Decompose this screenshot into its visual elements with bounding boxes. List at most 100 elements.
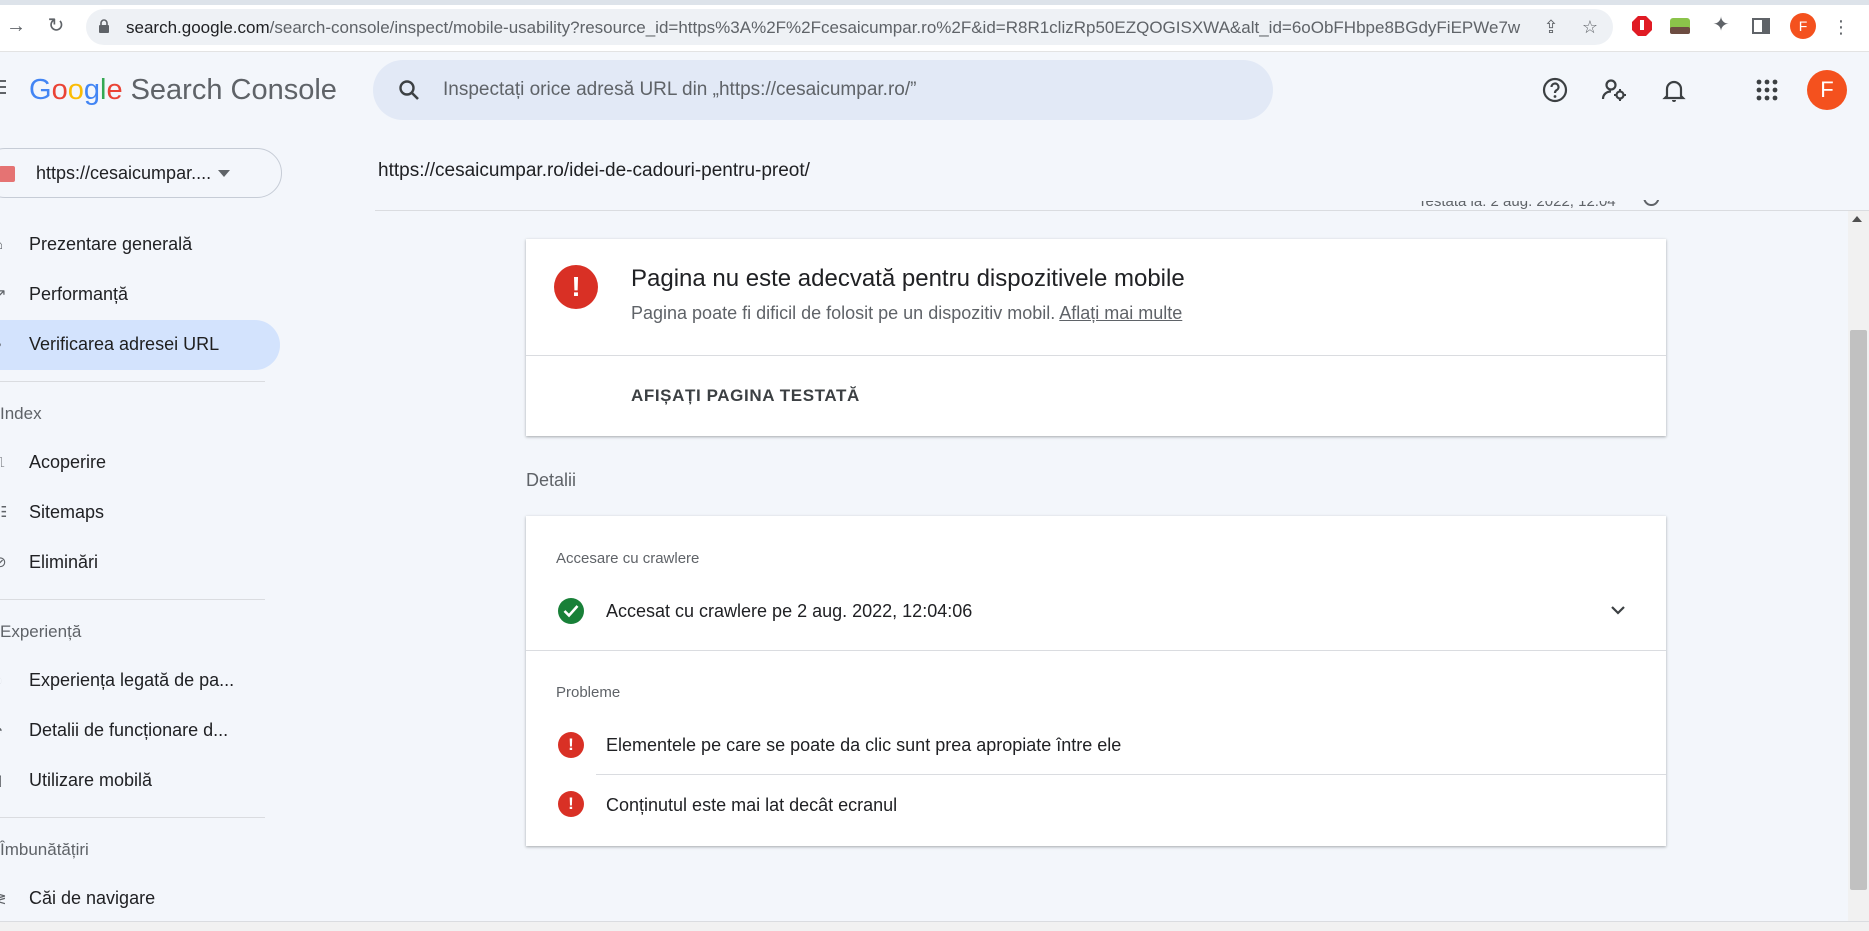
- horizontal-scrollbar[interactable]: [0, 921, 1869, 931]
- sidebar-item-breadcrumbs[interactable]: ≷ Căi de navigare: [0, 874, 280, 924]
- sidebar-item-coverage[interactable]: ⎍ Acoperire: [0, 438, 280, 488]
- search-console-logo[interactable]: Google Search Console: [29, 74, 337, 107]
- reload-icon[interactable]: ↻: [44, 14, 68, 38]
- web-vitals-icon: ◔: [0, 722, 8, 740]
- logo-letter: o: [51, 74, 68, 106]
- error-icon: !: [558, 791, 584, 817]
- address-bar[interactable]: search.google.com/search-console/inspect…: [86, 9, 1613, 45]
- sidebar-item-url-inspection[interactable]: ⌕ Verificarea adresei URL: [0, 320, 280, 370]
- logo-letter: e: [106, 74, 123, 106]
- property-selector[interactable]: https://cesaicumpar....: [0, 148, 282, 198]
- sidebar-divider: [0, 381, 265, 382]
- search-icon: ⌕: [0, 336, 8, 354]
- product-name: Search Console: [130, 74, 337, 106]
- breadcrumb-icon: ≷: [0, 890, 7, 907]
- problems-section-label: Probleme: [556, 684, 621, 701]
- url-host: search.google.com: [126, 18, 270, 37]
- crawl-section-label: Accesare cu crawlere: [556, 550, 700, 567]
- logo-letter: G: [29, 74, 52, 106]
- header-divider: [375, 210, 1869, 211]
- mobile-status-card: ! Pagina nu este adecvată pentru dispozi…: [526, 239, 1666, 436]
- home-icon: ⌂: [0, 236, 8, 254]
- details-heading: Detalii: [526, 470, 577, 490]
- sitemap-icon: ☷: [0, 504, 8, 521]
- status-subtitle: Pagina poate fi dificil de folosit pe un…: [631, 303, 1182, 324]
- sidebar-item-label: Detalii de funcționare d...: [29, 720, 229, 740]
- share-icon[interactable]: ⇪: [1540, 16, 1562, 38]
- browser-menu-icon[interactable]: ⋮: [1830, 16, 1852, 38]
- inspected-url: https://cesaicumpar.ro/idei-de-cadouri-p…: [378, 160, 810, 181]
- card-divider: [526, 355, 1666, 356]
- status-title: Pagina nu este adecvată pentru dispoziti…: [631, 265, 1185, 292]
- scroll-up-arrow-icon[interactable]: [1852, 216, 1862, 222]
- url-inspection-input[interactable]: [443, 76, 1243, 104]
- view-tested-page-button[interactable]: AFIȘAȚI PAGINA TESTATĂ: [631, 386, 860, 406]
- sidebar-item-page-experience[interactable]: ◐ Experiența legată de pa...: [0, 656, 280, 706]
- gift-icon: [0, 166, 15, 182]
- problem-item: Conținutul este mai lat decât ecranul: [606, 795, 898, 815]
- help-icon[interactable]: [1541, 76, 1569, 104]
- chevron-down-icon[interactable]: [1610, 604, 1626, 616]
- learn-more-link[interactable]: Aflați mai multe: [1059, 303, 1182, 323]
- error-icon: !: [554, 265, 598, 309]
- removals-icon: ⊘: [0, 554, 7, 571]
- side-panel-icon[interactable]: [1749, 14, 1773, 38]
- apps-grid-icon[interactable]: [1753, 76, 1781, 104]
- sidebar-item-performance[interactable]: ↗ Performanță: [0, 270, 280, 320]
- sidebar-item-removals[interactable]: ⊘ Eliminări: [0, 538, 280, 588]
- app-header: GoogleSearch Console F: [0, 52, 1869, 128]
- url-path: /search-console/inspect/mobile-usability…: [269, 18, 1521, 37]
- dropdown-caret-icon: [218, 170, 230, 177]
- sidebar-item-web-vitals[interactable]: ◔ Detalii de funcționare d...: [0, 706, 280, 756]
- sidebar-item-label: Verificarea adresei URL: [29, 334, 220, 354]
- sidebar-section-index: Index: [0, 404, 42, 423]
- error-icon: !: [558, 732, 584, 758]
- sidebar-item-overview[interactable]: ⌂ Prezentare generală: [0, 220, 280, 270]
- browser-profile-avatar[interactable]: F: [1790, 13, 1816, 39]
- sidebar-item-label: Acoperire: [29, 452, 107, 472]
- check-circle-icon: [558, 598, 584, 624]
- sidebar-item-label: Eliminări: [29, 552, 99, 572]
- sidebar-item-label: Sitemaps: [29, 502, 105, 522]
- logo-letter: o: [67, 74, 84, 106]
- sidebar-section-enhancements: Îmbunătățiri: [0, 840, 89, 859]
- account-avatar[interactable]: F: [1807, 70, 1847, 110]
- crawl-status: Accesat cu crawlere pe 2 aug. 2022, 12:0…: [606, 601, 973, 621]
- extension-icon[interactable]: [1668, 14, 1692, 38]
- sidebar: https://cesaicumpar.... ⌂ Prezentare gen…: [0, 128, 290, 931]
- bookmark-star-icon[interactable]: ☆: [1579, 16, 1601, 38]
- adblock-extension-icon[interactable]: [1630, 14, 1654, 38]
- problem-divider: [596, 774, 1666, 775]
- sidebar-item-mobile-usability[interactable]: ▯ Utilizare mobilă: [0, 756, 280, 806]
- address-url[interactable]: search.google.com/search-console/inspect…: [126, 18, 1616, 38]
- logo-letter: g: [83, 74, 100, 106]
- sidebar-item-label: Căi de navigare: [29, 888, 156, 908]
- sidebar-item-label: Performanță: [29, 284, 129, 304]
- tested-at-label: Testată la: 2 aug. 2022, 12:04: [1418, 201, 1616, 210]
- property-label: https://cesaicumpar....: [36, 163, 212, 183]
- trending-icon: ↗: [0, 286, 7, 303]
- sidebar-divider: [0, 817, 265, 818]
- sidebar-section-experience: Experiență: [0, 622, 82, 641]
- menu-icon[interactable]: [0, 80, 6, 96]
- manage-users-icon[interactable]: [1600, 76, 1628, 104]
- browser-toolbar: → ↻ search.google.com/search-console/ins…: [0, 0, 1869, 52]
- sidebar-divider: [0, 599, 265, 600]
- sidebar-item-label: Prezentare generală: [29, 234, 193, 254]
- status-subtitle-text: Pagina poate fi dificil de folosit pe un…: [631, 303, 1056, 323]
- problem-item: Elementele pe care se poate da clic sunt…: [606, 735, 1122, 755]
- extensions-puzzle-icon[interactable]: ✦: [1710, 14, 1732, 36]
- sidebar-item-label: Experiența legată de pa...: [29, 670, 235, 690]
- scrollbar-thumb[interactable]: [1850, 330, 1867, 890]
- mobile-icon: ▯: [0, 772, 8, 790]
- tab-strip: [0, 0, 1869, 5]
- details-card: Accesare cu crawlere Accesat cu crawlere…: [526, 516, 1666, 846]
- sidebar-item-sitemaps[interactable]: ☷ Sitemaps: [0, 488, 280, 538]
- page-experience-icon: ◐: [0, 672, 8, 690]
- forward-icon[interactable]: →: [4, 14, 28, 38]
- url-inspection-search[interactable]: [373, 60, 1273, 120]
- coverage-icon: ⎍: [0, 454, 8, 472]
- notifications-icon[interactable]: [1660, 76, 1688, 104]
- details-divider: [526, 650, 1666, 651]
- search-icon: [399, 80, 419, 100]
